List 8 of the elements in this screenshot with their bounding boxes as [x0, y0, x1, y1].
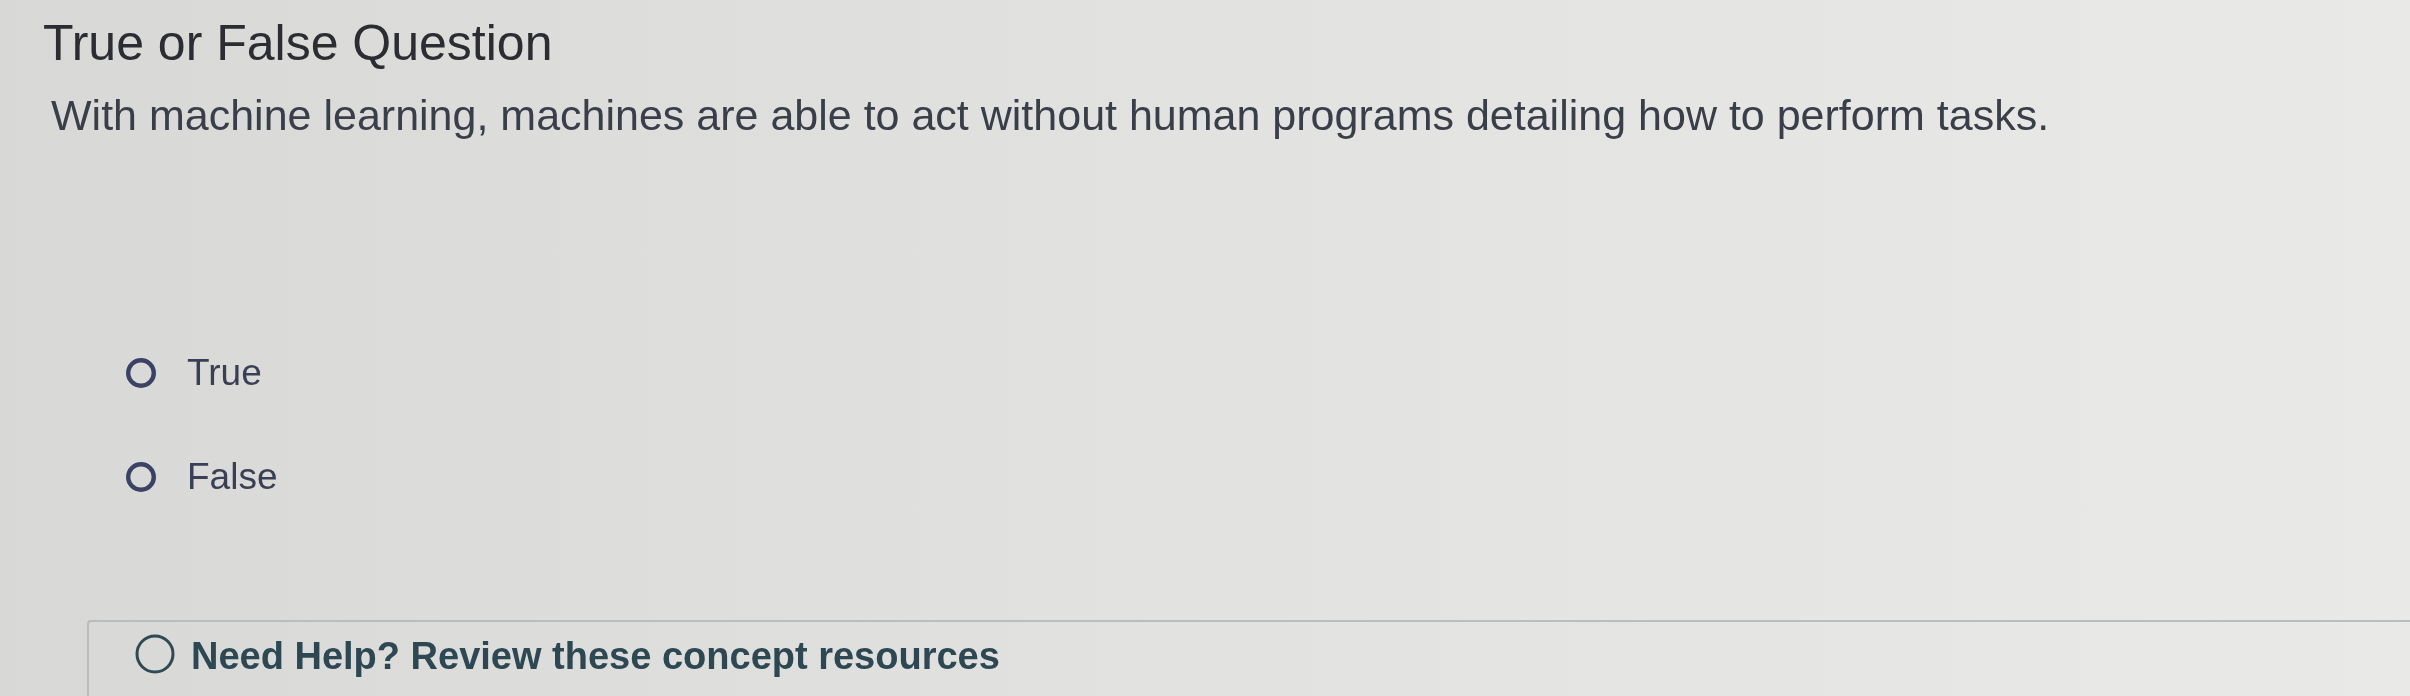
- question-title: True or False Question: [43, 14, 553, 73]
- question-text: With machine learning, machines are able to act without human programs detailing how to perform tasks.: [51, 90, 2050, 141]
- circle-icon: [135, 634, 175, 674]
- radio-button[interactable]: [126, 358, 156, 388]
- radio-button[interactable]: [126, 462, 156, 492]
- option-label[interactable]: True: [187, 351, 262, 395]
- option-label[interactable]: False: [187, 455, 278, 499]
- help-link[interactable]: Need Help? Review these concept resources: [191, 634, 1000, 678]
